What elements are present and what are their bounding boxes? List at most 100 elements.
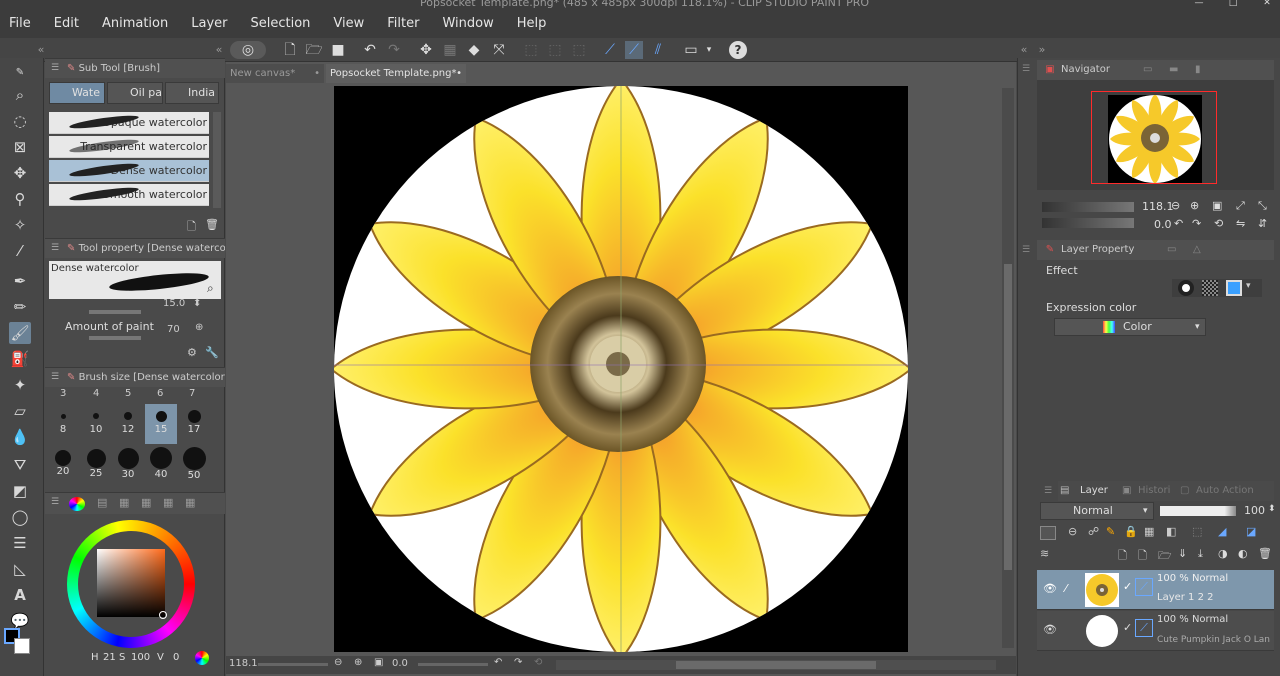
collapse-left-icon[interactable]: « — [32, 41, 50, 59]
nav-zoom-in-icon[interactable]: ⊕ — [1190, 199, 1199, 212]
pencil-icon[interactable]: ✏ — [9, 296, 31, 318]
tab-close-icon[interactable]: • — [456, 64, 462, 83]
lock-transparency-icon[interactable]: ▦ — [1144, 525, 1154, 538]
fill-tool-icon[interactable]: ⛛ — [9, 454, 31, 476]
nav-flip-h-icon[interactable]: ⇋ — [1236, 217, 1245, 230]
tone-effect-icon[interactable] — [1202, 280, 1218, 296]
panel-menu-icon[interactable]: ☰ — [1044, 486, 1052, 496]
tab-watercolor[interactable]: Wate — [49, 82, 105, 104]
invert-selection-icon[interactable]: ⬚ — [546, 41, 564, 59]
status-rotate-value[interactable]: 0.0 — [392, 658, 408, 669]
clear-icon[interactable]: ▦ — [441, 41, 459, 59]
new-raster-layer-icon[interactable]: 🗋 — [1118, 547, 1127, 566]
tab-india-ink[interactable]: India — [165, 82, 219, 104]
frame-border-icon[interactable]: ☰ — [9, 532, 31, 554]
layer-visibility-eye-icon[interactable]: 👁 — [1043, 623, 1057, 636]
panel-menu-icon[interactable]: ☰ — [51, 497, 59, 507]
nav-flip-icon[interactable]: ⤡ — [1258, 199, 1267, 213]
tab-close-icon[interactable]: • — [314, 64, 320, 83]
navigator-rotate-slider[interactable] — [1042, 218, 1134, 228]
help-icon[interactable]: ? — [729, 41, 747, 59]
color-wheel-tab-icon[interactable] — [69, 497, 85, 511]
nav-rotate-left-icon[interactable]: ↶ — [1174, 217, 1183, 230]
size-cell-20[interactable]: 20 — [47, 446, 79, 486]
preview-zoom-icon[interactable]: ⌕ — [207, 281, 214, 296]
transform-icon[interactable]: ✥ — [417, 41, 435, 59]
color-slider-tab-icon[interactable]: ▤ — [97, 496, 107, 509]
snap-special-ruler-icon[interactable]: ⟋ — [625, 41, 643, 59]
save-icon[interactable]: ■ — [329, 41, 347, 59]
main-sub-color[interactable] — [4, 628, 38, 662]
brush-size-slider[interactable] — [89, 310, 141, 314]
opacity-spinner-icon[interactable]: ⬍ — [1268, 504, 1276, 514]
tab-auto-action[interactable]: Auto Action — [1196, 481, 1254, 501]
size-cell-30[interactable]: 30 — [112, 446, 144, 486]
menu-filter[interactable]: Filter — [387, 16, 419, 31]
move-tool-icon[interactable]: ✥ — [9, 162, 31, 184]
menu-animation[interactable]: Animation — [102, 16, 168, 31]
new-vector-layer-icon[interactable]: 🗋 — [1138, 547, 1147, 566]
delete-subtool-icon[interactable]: 🗑 — [205, 218, 219, 231]
layer-color-icon[interactable] — [1226, 280, 1242, 296]
settings-gear-icon[interactable]: ⚙ — [187, 346, 197, 359]
tab-icon[interactable]: ▭ — [1167, 240, 1176, 260]
collapse-right-icon[interactable]: « — [1015, 41, 1033, 59]
new-subtool-icon[interactable]: 🗋 — [187, 218, 196, 237]
tab-oil-paint[interactable]: Oil pa — [107, 82, 163, 104]
fit-screen-icon[interactable]: ▣ — [374, 657, 383, 668]
nav-flip-v-icon[interactable]: ⇵ — [1258, 217, 1267, 230]
layer-color-box-icon[interactable] — [1040, 526, 1056, 540]
selection-tool-icon[interactable]: ⊠ — [9, 136, 31, 158]
dropdown-icon[interactable]: ▾ — [700, 41, 718, 59]
navigator-angle-value[interactable]: 0.0 — [1154, 218, 1172, 231]
brush-transparent-watercolor[interactable]: Transparent watercolor — [49, 136, 209, 158]
tab-icon[interactable]: △ — [1193, 240, 1201, 260]
brush-list-scrollbar[interactable] — [213, 112, 221, 208]
opacity-slider[interactable] — [1160, 506, 1236, 516]
tab-popsocket-template[interactable]: Popsocket Template.png* • — [326, 64, 466, 83]
combine-layer-icon[interactable]: ⤓ — [1198, 547, 1203, 561]
decoration-icon[interactable]: ✦ — [9, 374, 31, 396]
panel-menu-icon[interactable]: ☰ — [51, 63, 63, 73]
menu-help[interactable]: Help — [517, 16, 547, 31]
size-label-7[interactable]: 7 — [189, 388, 195, 399]
layer-row-layer-1-2-2[interactable]: 👁 ⁄ ✓ ⟋ 100 % Normal Layer 1 2 2 — [1037, 570, 1274, 610]
lasso-tool-icon[interactable]: ◌ — [9, 110, 31, 132]
color-set-tab-icon[interactable]: ▦ — [119, 496, 129, 509]
brush-size-spinner-icon[interactable]: ⬍ — [193, 298, 201, 309]
mask-icon[interactable]: ◧ — [1166, 525, 1176, 538]
gradient-icon[interactable]: ◩ — [9, 480, 31, 502]
panel-menu-icon[interactable]: ☰ — [1022, 64, 1030, 74]
eraser-icon[interactable]: ▱ — [9, 400, 31, 422]
amount-of-paint-slider[interactable] — [89, 336, 141, 340]
panel-menu-icon[interactable]: ☰ — [51, 372, 63, 382]
sub-color-swatch[interactable] — [14, 638, 30, 654]
pen-icon[interactable]: ✒ — [9, 270, 31, 292]
s-value[interactable]: 100 — [131, 652, 150, 663]
artboard[interactable] — [334, 86, 908, 652]
h-value[interactable]: 21 — [103, 652, 116, 663]
approx-color-tab-icon[interactable]: ▦ — [163, 496, 173, 509]
eyedropper-icon[interactable]: ⁄ — [9, 240, 31, 262]
size-label-5[interactable]: 5 — [125, 388, 131, 399]
airbrush-icon[interactable]: ⛽ — [9, 348, 31, 370]
brush-dense-watercolor[interactable]: Dense watercolor — [49, 160, 209, 182]
reference-layer-icon[interactable]: ☍ — [1088, 525, 1099, 538]
status-rotate-slider[interactable] — [418, 663, 488, 666]
navigator-zoom-slider[interactable] — [1042, 202, 1134, 212]
status-zoom-slider[interactable] — [258, 663, 328, 666]
size-cell-40[interactable]: 40 — [145, 446, 177, 486]
figure-icon[interactable]: ◯ — [9, 506, 31, 528]
new-folder-icon[interactable]: 🗁 — [1158, 547, 1172, 566]
size-cell-15[interactable]: 15 — [145, 404, 177, 444]
rotate-right-icon[interactable]: ↷ — [514, 657, 522, 668]
close-icon[interactable]: ✕ — [1258, 0, 1276, 8]
scrollbar-thumb[interactable] — [1004, 264, 1012, 570]
layer-move-icon[interactable]: ⚲ — [9, 188, 31, 210]
size-label-3[interactable]: 3 — [60, 388, 66, 399]
minimize-icon[interactable]: — — [1190, 0, 1208, 8]
size-cell-8[interactable]: 8 — [47, 404, 79, 444]
draft-layer-icon[interactable]: ✎ — [1106, 525, 1115, 538]
panel-menu-icon[interactable]: ☰ — [51, 243, 63, 253]
navigator-view-frame[interactable] — [1091, 91, 1217, 184]
